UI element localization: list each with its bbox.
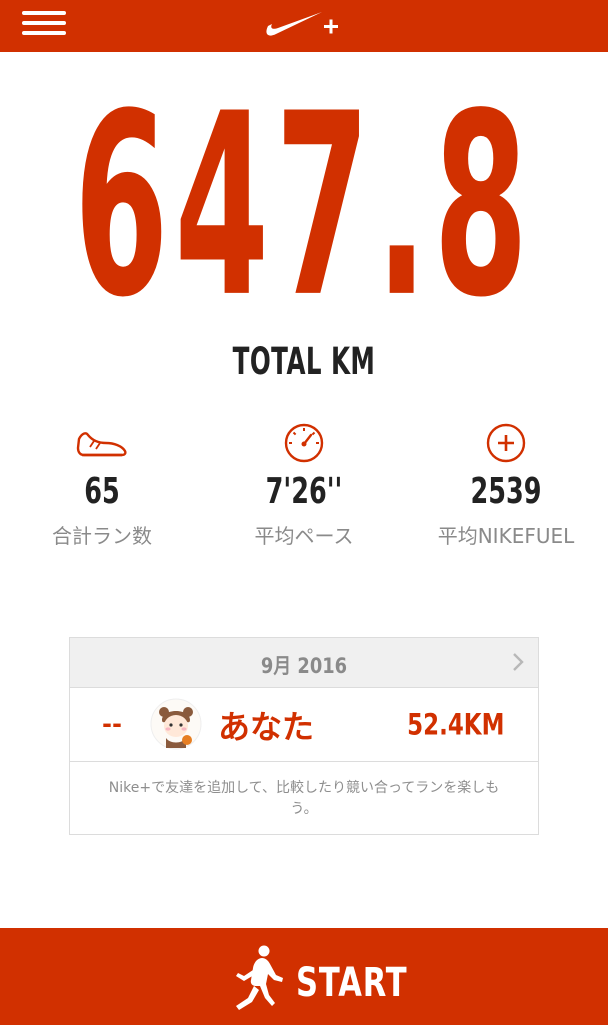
stat-average-pace: 7'26'' 平均ペース: [204, 420, 404, 549]
hamburger-icon: [22, 11, 66, 35]
stat-label: 平均NIKEFUEL: [437, 524, 575, 548]
add-friends-note: Nike+で友達を追加して、比較したり競い合ってランを楽しもう。: [108, 780, 500, 817]
total-distance-value: 647.8: [73, 61, 535, 354]
user-name: あなた: [218, 708, 315, 746]
top-bar: [0, 0, 608, 52]
stats-row: 65 合計ラン数 7'26'' 平均ペース 2539 平均NIKEFUEL: [0, 420, 608, 570]
menu-button[interactable]: [22, 10, 78, 42]
month-label: 9月 2016: [260, 654, 348, 678]
total-distance-label: TOTAL KM: [232, 340, 376, 384]
leaderboard-card: 9月 2016 -- あなた 52.4KM Nike+で友達を追加して、比較した…: [69, 637, 539, 835]
start-button[interactable]: START: [0, 928, 608, 1025]
leaderboard-row[interactable]: -- あなた 52.4KM: [70, 688, 538, 762]
rank-value: --: [102, 710, 122, 738]
nike-plus-logo: [262, 6, 346, 44]
leaderboard-header: 9月 2016: [70, 638, 538, 688]
stat-label: 平均ペース: [254, 524, 354, 548]
chevron-right-icon: [513, 653, 524, 671]
start-label: START: [296, 960, 408, 1006]
user-distance: 52.4KM: [406, 708, 504, 743]
stat-value: 65: [84, 470, 120, 513]
avatar: [150, 698, 202, 750]
next-month-button[interactable]: [512, 652, 524, 676]
stat-average-nikefuel: 2539 平均NIKEFUEL: [406, 420, 606, 549]
stat-total-runs: 65 合計ラン数: [2, 420, 202, 549]
nikefuel-icon: [486, 423, 526, 463]
stat-label: 合計ラン数: [52, 524, 152, 548]
shoe-icon: [76, 432, 127, 457]
runner-icon: [236, 945, 283, 1010]
stat-value: 7'26'': [265, 470, 343, 513]
speedometer-icon: [284, 423, 324, 463]
stat-value: 2539: [470, 470, 542, 513]
